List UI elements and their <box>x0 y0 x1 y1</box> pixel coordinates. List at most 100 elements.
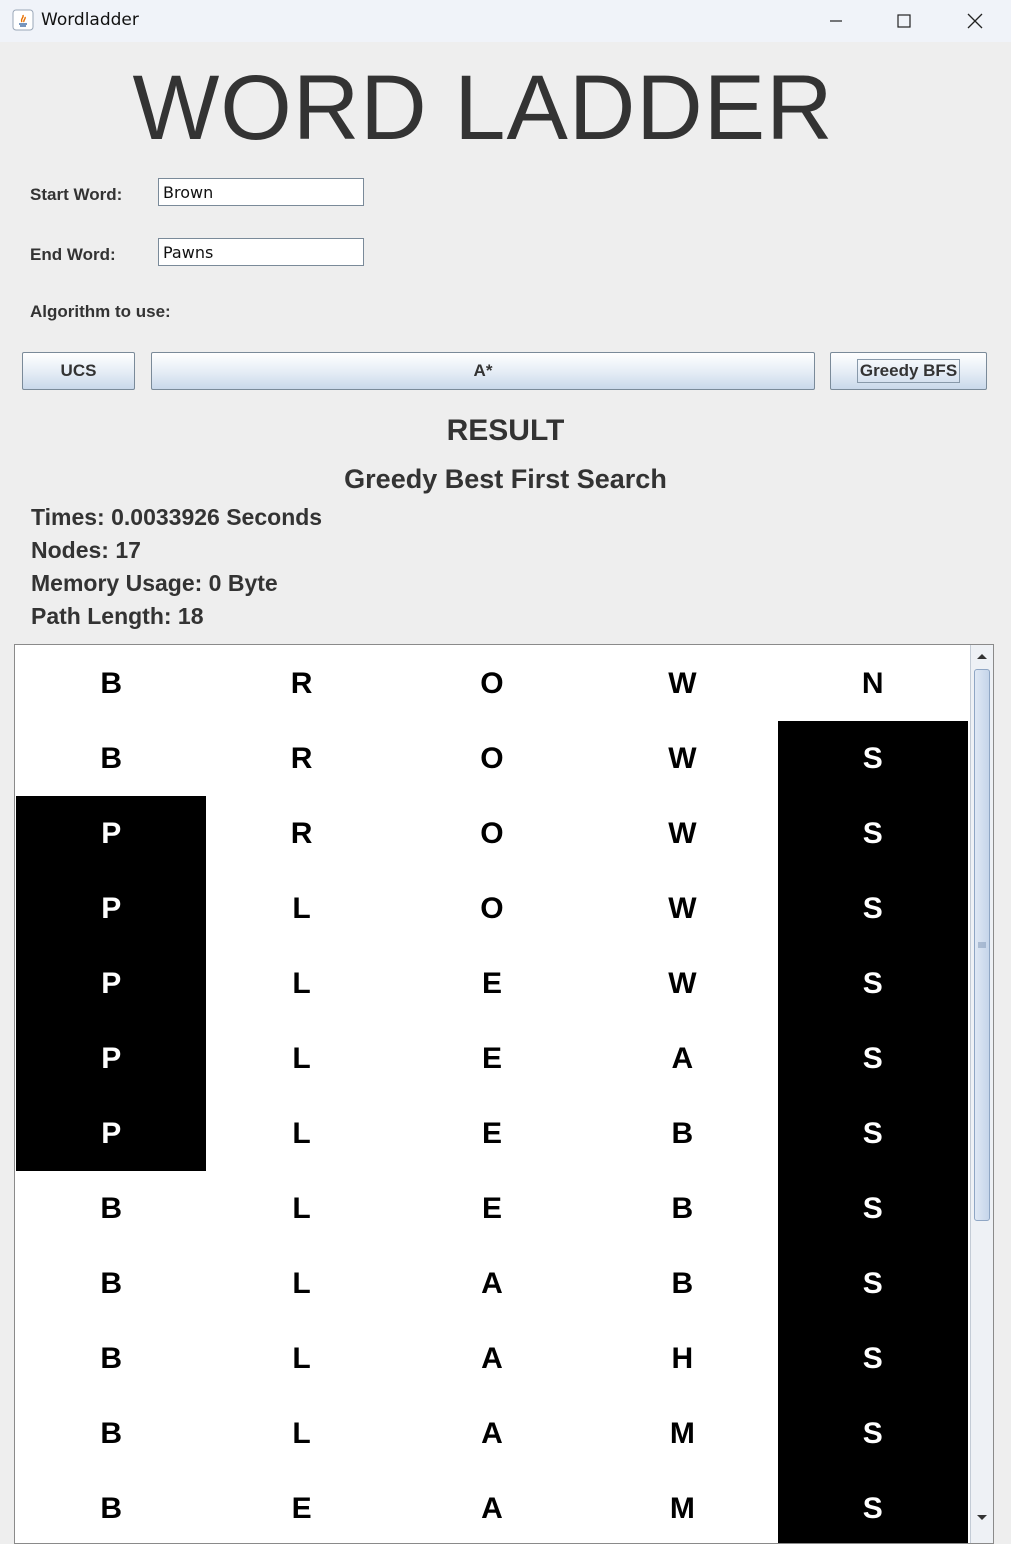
ladder-cell: L <box>206 1021 397 1096</box>
astar-button[interactable]: A* <box>151 352 815 390</box>
result-memory: Memory Usage: 0 Byte <box>31 570 278 596</box>
ladder-cell: L <box>206 1171 397 1246</box>
ladder-cell: S <box>777 1246 968 1321</box>
ladder-cell: A <box>587 1021 778 1096</box>
ladder-cell: P <box>16 1096 207 1171</box>
ladder-cell: M <box>587 1471 778 1543</box>
vertical-scrollbar[interactable] <box>970 645 993 1543</box>
ladder-cell: A <box>396 1321 588 1396</box>
ladder-row: BROWN <box>16 646 968 721</box>
ladder-cell: R <box>206 796 397 871</box>
ladder-cell: E <box>396 1171 588 1246</box>
ladder-cell: O <box>396 796 588 871</box>
result-title: RESULT <box>446 414 565 447</box>
ladder-cell: W <box>587 796 778 871</box>
ladder-cell: S <box>777 1321 968 1396</box>
astar-button-label: A* <box>473 361 493 380</box>
ladder-cell: B <box>16 646 207 721</box>
ladder-cell: R <box>206 646 397 721</box>
ladder-cell: B <box>16 1246 207 1321</box>
ladder-cell: O <box>396 646 588 721</box>
ladder-cell: B <box>16 1396 207 1471</box>
start-word-input[interactable] <box>158 178 364 206</box>
ladder-cell: E <box>206 1471 397 1543</box>
ladder-cell: S <box>777 721 968 796</box>
ladder-cell: M <box>587 1396 778 1471</box>
minimize-icon <box>830 20 842 22</box>
end-word-label: End Word: <box>30 245 116 264</box>
ucs-button[interactable]: UCS <box>22 352 135 390</box>
ladder-cell: L <box>206 1396 397 1471</box>
window-title: Wordladder <box>41 10 139 30</box>
ladder-cell: W <box>587 721 778 796</box>
result-times: Times: 0.0033926 Seconds <box>31 504 323 530</box>
result-nodes: Nodes: 17 <box>31 537 141 563</box>
ladder-cell: S <box>777 871 968 946</box>
ladder-cell: L <box>206 1096 397 1171</box>
minimize-button[interactable] <box>803 0 869 42</box>
ladder-cell: S <box>777 1021 968 1096</box>
ladder-row: PROWS <box>16 796 968 871</box>
ladder-row: PLEWS <box>16 946 968 1021</box>
ladder-cell: E <box>396 946 588 1021</box>
ladder-cell: L <box>206 871 397 946</box>
ladder-cell: O <box>396 871 588 946</box>
maximize-icon <box>897 14 911 28</box>
ladder-scroll-pane[interactable]: BROWNBROWSPROWSPLOWSPLEWSPLEASPLEBSBLEBS… <box>14 644 994 1544</box>
ladder-cell: O <box>396 721 588 796</box>
ladder-row: BROWS <box>16 721 968 796</box>
ladder-cell: S <box>777 1096 968 1171</box>
close-button[interactable] <box>942 0 1008 42</box>
ladder-row: BLAHS <box>16 1321 968 1396</box>
ladder-cell: A <box>396 1396 588 1471</box>
ladder-cell: A <box>396 1246 588 1321</box>
ladder-cell: W <box>587 871 778 946</box>
result-algorithm: Greedy Best First Search <box>344 464 667 494</box>
close-icon <box>967 13 983 29</box>
ladder-row: PLEBS <box>16 1096 968 1171</box>
result-path-length: Path Length: 18 <box>31 603 204 629</box>
ladder-cell: H <box>587 1321 778 1396</box>
grip-icon <box>978 942 986 948</box>
ladder-cell: B <box>16 1321 207 1396</box>
algorithm-label: Algorithm to use: <box>30 302 171 321</box>
ladder-cell: S <box>777 796 968 871</box>
ladder-cell: W <box>587 646 778 721</box>
ladder-cell: L <box>206 946 397 1021</box>
ladder-cell: P <box>16 1021 207 1096</box>
scroll-down-arrow-icon[interactable] <box>971 1507 993 1529</box>
ladder-cell: B <box>587 1096 778 1171</box>
ladder-cell: R <box>206 721 397 796</box>
ladder-cell: L <box>206 1321 397 1396</box>
ladder-cell: A <box>396 1471 588 1543</box>
window-titlebar: Wordladder <box>0 0 1011 42</box>
java-app-icon <box>12 9 34 31</box>
ladder-row: BLABS <box>16 1246 968 1321</box>
scrollbar-thumb[interactable] <box>974 669 990 1221</box>
maximize-button[interactable] <box>871 0 937 42</box>
scroll-up-arrow-icon[interactable] <box>971 645 993 667</box>
ladder-cell: S <box>777 1171 968 1246</box>
end-word-input[interactable] <box>158 238 364 266</box>
ladder-cell: S <box>777 1471 968 1543</box>
ladder-row: BEAMS <box>16 1471 968 1543</box>
ladder-cell: B <box>16 1171 207 1246</box>
ladder-grid: BROWNBROWSPROWSPLOWSPLEWSPLEASPLEBSBLEBS… <box>16 646 968 1543</box>
ladder-cell: B <box>587 1246 778 1321</box>
ladder-cell: P <box>16 946 207 1021</box>
ladder-cell: E <box>396 1096 588 1171</box>
ladder-row: PLEAS <box>16 1021 968 1096</box>
ladder-cell: P <box>16 871 207 946</box>
ladder-cell: E <box>396 1021 588 1096</box>
ladder-cell: P <box>16 796 207 871</box>
greedy-bfs-button-label: Greedy BFS <box>856 359 961 383</box>
ladder-row: BLAMS <box>16 1396 968 1471</box>
ladder-cell: S <box>777 946 968 1021</box>
ladder-cell: S <box>777 1396 968 1471</box>
ladder-cell: B <box>16 1471 207 1543</box>
ladder-cell: W <box>587 946 778 1021</box>
start-word-label: Start Word: <box>30 185 123 204</box>
greedy-bfs-button[interactable]: Greedy BFS <box>830 352 987 390</box>
ladder-cell: B <box>16 721 207 796</box>
ucs-button-label: UCS <box>60 361 97 380</box>
